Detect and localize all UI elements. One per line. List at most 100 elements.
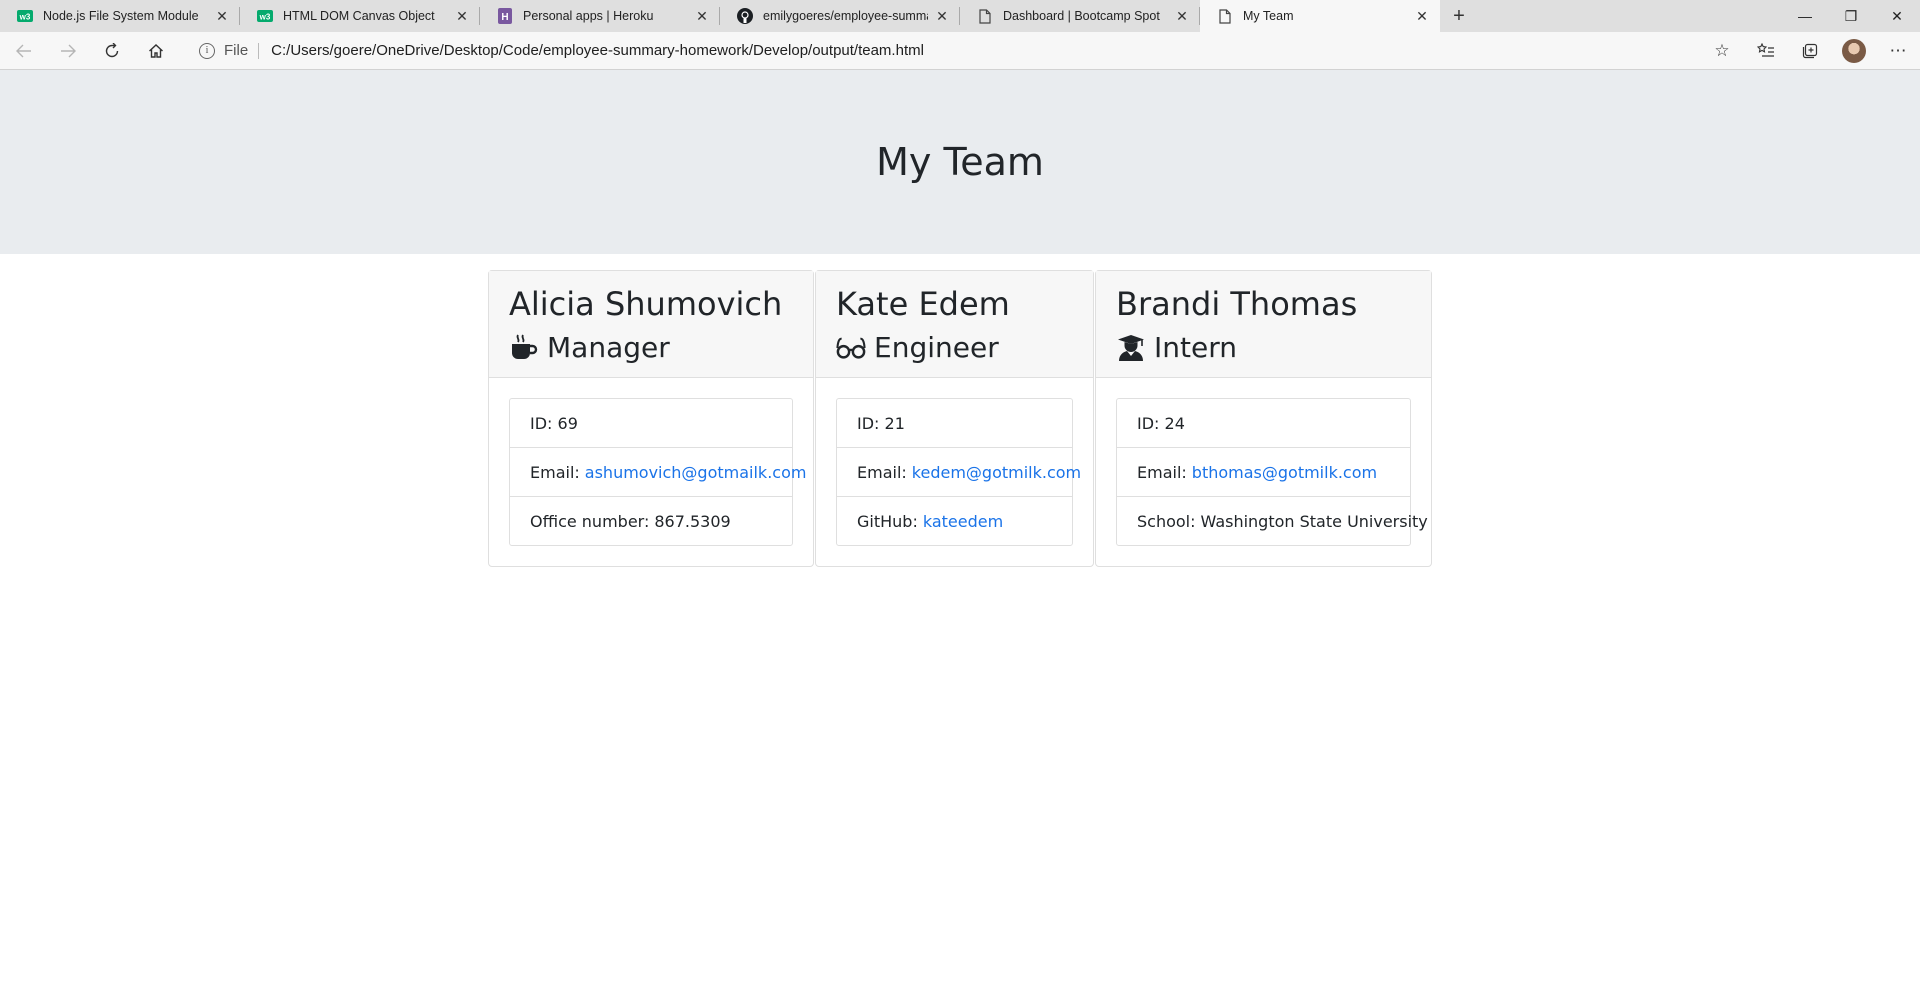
employee-role: Manager <box>509 328 793 367</box>
user-graduate-icon <box>1116 333 1146 363</box>
card-body: ID: 24 Email: bthomas@gotmilk.com School… <box>1096 378 1431 566</box>
school-value: Washington State University <box>1200 511 1428 531</box>
employee-name: Brandi Thomas <box>1116 285 1358 323</box>
role-label: Engineer <box>874 331 999 364</box>
email-link[interactable]: kedem@gotmilk.com <box>912 463 1081 482</box>
github-link[interactable]: kateedem <box>923 512 1003 531</box>
list-item-email: Email: bthomas@gotmilk.com <box>1117 447 1410 496</box>
glasses-icon <box>836 333 866 363</box>
page-title: My Team <box>876 140 1044 184</box>
employee-card-engineer: Kate Edem Engineer ID: 21 Email: kedem@g… <box>815 270 1094 568</box>
card-body: ID: 69 Email: ashumovich@gotmailk.com Of… <box>489 378 813 566</box>
page-header: My Team <box>0 70 1920 254</box>
w3schools-icon: w3 <box>17 8 33 24</box>
id-text: ID: 21 <box>857 413 905 433</box>
tab-close-icon[interactable]: ✕ <box>694 8 710 24</box>
employee-card-intern: Brandi Thomas Intern ID: 24 Email: bthom… <box>1095 270 1432 568</box>
collections-icon[interactable] <box>1788 35 1832 67</box>
new-tab-button[interactable]: + <box>1444 0 1474 32</box>
tab-title: emilygoeres/employee-summary <box>763 9 928 23</box>
tab-close-icon[interactable]: ✕ <box>1174 8 1190 24</box>
more-menu-icon[interactable]: ⋯ <box>1876 35 1920 67</box>
tab-title: HTML DOM Canvas Object <box>283 9 435 23</box>
tab-close-icon[interactable]: ✕ <box>1414 8 1430 24</box>
mug-hot-icon <box>509 333 539 363</box>
card-header: Alicia Shumovich Manager <box>489 271 813 379</box>
list-item-id: ID: 69 <box>510 399 792 447</box>
id-text: ID: 69 <box>530 413 578 433</box>
tab-title: Dashboard | Bootcamp Spot <box>1003 9 1160 23</box>
list-item-id: ID: 21 <box>837 399 1072 447</box>
minimize-icon[interactable]: — <box>1782 0 1828 32</box>
address-divider <box>258 42 260 59</box>
address-scheme-label: File <box>224 42 249 59</box>
home-icon[interactable] <box>136 35 176 67</box>
svg-text:H: H <box>501 12 508 23</box>
github-icon <box>737 8 753 24</box>
role-label: Intern <box>1154 331 1237 364</box>
employee-role: Intern <box>1116 328 1411 367</box>
github-label: GitHub: <box>857 511 918 531</box>
list-item-school: School: Washington State University <box>1117 496 1428 545</box>
email-link[interactable]: bthomas@gotmilk.com <box>1192 463 1377 482</box>
tab-close-icon[interactable]: ✕ <box>214 8 230 24</box>
card-header: Brandi Thomas Intern <box>1096 271 1431 379</box>
tab-my-team[interactable]: My Team ✕ <box>1200 0 1440 32</box>
star-icon[interactable]: ☆ <box>1700 35 1744 67</box>
tab-heroku[interactable]: H Personal apps | Heroku ✕ <box>480 0 720 32</box>
back-icon[interactable] <box>4 35 44 67</box>
tab-bootcamp-spot[interactable]: Dashboard | Bootcamp Spot ✕ <box>960 0 1200 32</box>
list-item-office-number: Office number: 867.5309 <box>510 496 792 545</box>
tab-title: My Team <box>1243 9 1294 23</box>
email-link[interactable]: ashumovich@gotmailk.com <box>585 463 807 482</box>
tab-close-icon[interactable]: ✕ <box>934 8 950 24</box>
address-url[interactable]: C:/Users/goere/OneDrive/Desktop/Code/emp… <box>271 42 924 59</box>
browser-toolbar: i File C:/Users/goere/OneDrive/Desktop/C… <box>0 32 1920 70</box>
list-item-email: Email: kedem@gotmilk.com <box>837 447 1081 496</box>
restore-icon[interactable]: ❐ <box>1828 0 1874 32</box>
address-bar[interactable]: i File C:/Users/goere/OneDrive/Desktop/C… <box>184 35 1700 67</box>
list-item-id: ID: 24 <box>1117 399 1410 447</box>
role-label: Manager <box>547 331 670 364</box>
info-icon[interactable]: i <box>199 42 215 59</box>
employee-details: ID: 69 Email: ashumovich@gotmailk.com Of… <box>509 398 806 547</box>
page-icon <box>1217 8 1233 24</box>
school-label: School: <box>1137 511 1196 531</box>
office-number-label: Office number: <box>530 511 650 531</box>
close-window-icon[interactable]: ✕ <box>1874 0 1920 32</box>
office-number-value: 867.5309 <box>654 511 731 531</box>
list-item-github: GitHub: kateedem <box>837 496 1072 545</box>
tab-close-icon[interactable]: ✕ <box>454 8 470 24</box>
page-icon <box>977 8 993 24</box>
tab-title: Personal apps | Heroku <box>523 9 654 23</box>
id-text: ID: 24 <box>1137 413 1185 433</box>
card-header: Kate Edem Engineer <box>816 271 1093 379</box>
employee-role: Engineer <box>836 328 1073 367</box>
email-label: Email: <box>530 462 580 482</box>
card-body: ID: 21 Email: kedem@gotmilk.com GitHub: … <box>816 378 1093 566</box>
employee-card-manager: Alicia Shumovich Manager ID: 69 Email: a… <box>488 270 814 568</box>
tab-github[interactable]: emilygoeres/employee-summary ✕ <box>720 0 960 32</box>
favorites-icon[interactable] <box>1744 35 1788 67</box>
email-label: Email: <box>857 462 907 482</box>
toolbar-actions: ☆ ⋯ <box>1700 35 1920 67</box>
tab-nodejs-fs[interactable]: w3 Node.js File System Module ✕ <box>0 0 240 32</box>
refresh-icon[interactable] <box>92 35 132 67</box>
employee-name: Kate Edem <box>836 285 1010 323</box>
employee-details: ID: 21 Email: kedem@gotmilk.com GitHub: … <box>836 398 1081 547</box>
tab-strip: w3 Node.js File System Module ✕ w3 HTML … <box>0 0 1920 32</box>
team-cards: Alicia Shumovich Manager ID: 69 Email: a… <box>0 270 1920 568</box>
forward-icon[interactable] <box>48 35 88 67</box>
heroku-icon: H <box>497 8 513 24</box>
list-item-email: Email: ashumovich@gotmailk.com <box>510 447 806 496</box>
svg-text:w3: w3 <box>259 13 271 22</box>
w3schools-icon: w3 <box>257 8 273 24</box>
svg-text:w3: w3 <box>19 13 31 22</box>
employee-details: ID: 24 Email: bthomas@gotmilk.com School… <box>1116 398 1428 547</box>
window-controls: — ❐ ✕ <box>1782 0 1920 32</box>
email-label: Email: <box>1137 462 1187 482</box>
employee-name: Alicia Shumovich <box>509 285 783 323</box>
tab-title: Node.js File System Module <box>43 9 199 23</box>
tab-canvas-object[interactable]: w3 HTML DOM Canvas Object ✕ <box>240 0 480 32</box>
profile-avatar[interactable] <box>1842 38 1866 63</box>
